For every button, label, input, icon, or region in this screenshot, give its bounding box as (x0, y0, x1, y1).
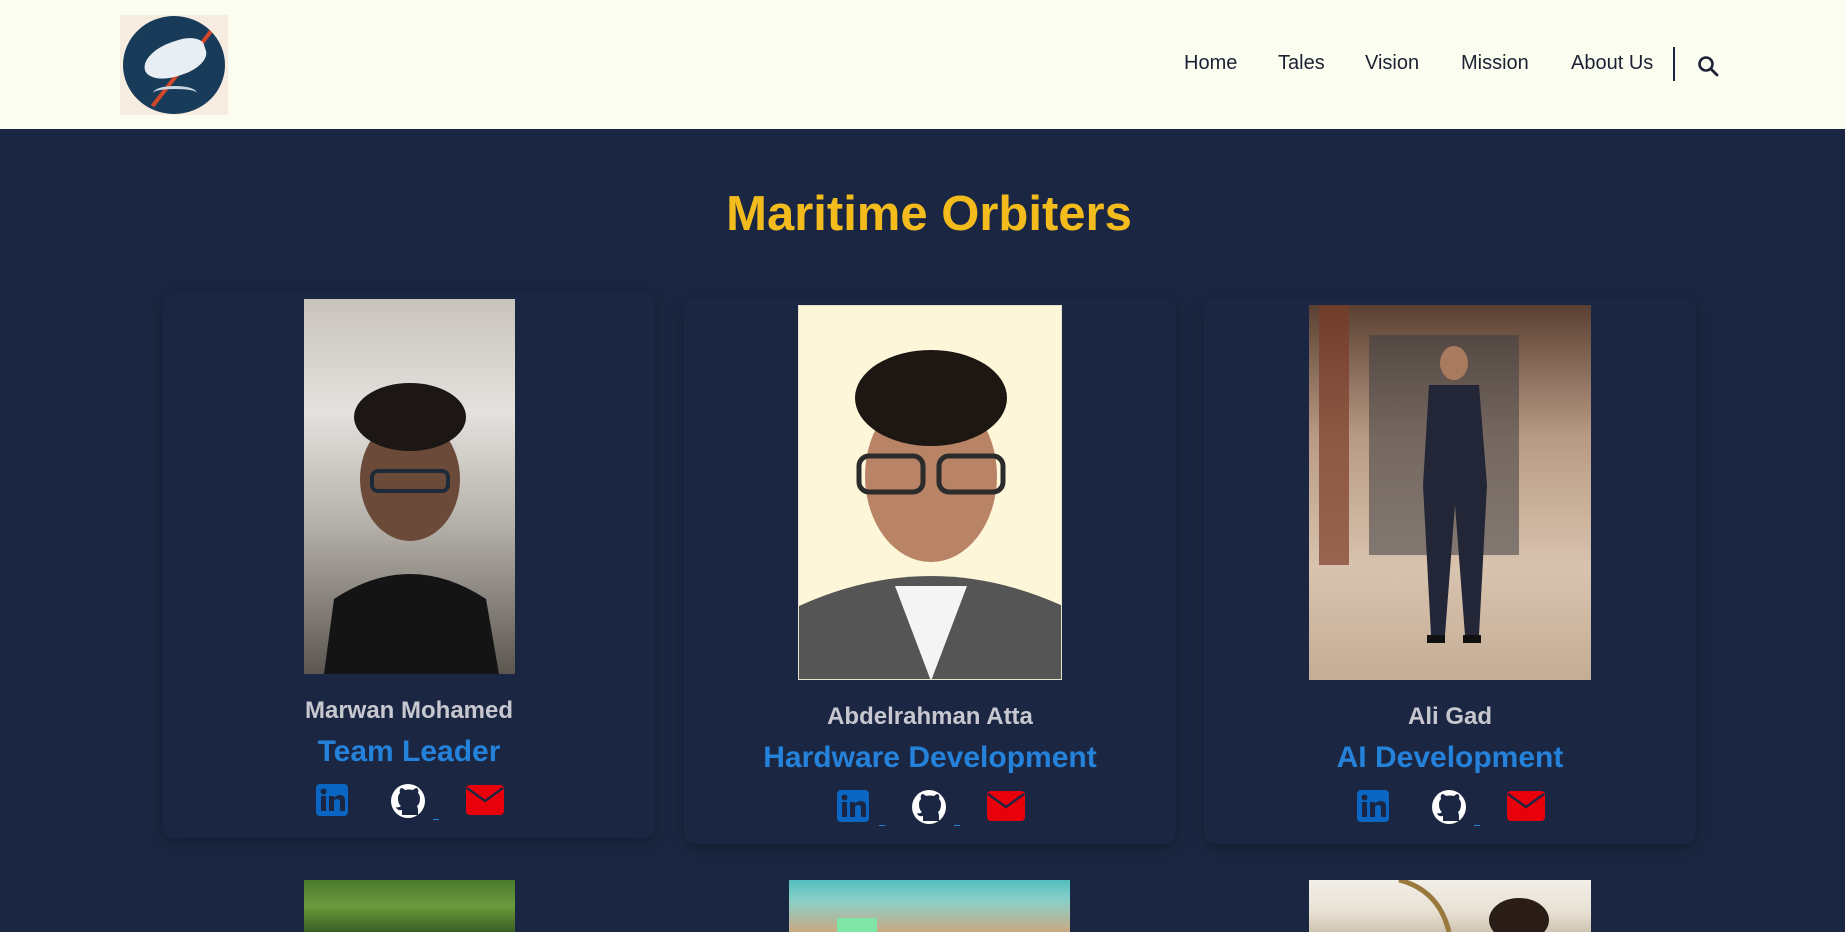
member-photo (304, 880, 515, 932)
nav-divider (1673, 47, 1675, 81)
member-photo (1309, 305, 1591, 680)
member-photo (789, 880, 1070, 932)
envelope-icon[interactable] (987, 791, 1031, 831)
github-icon[interactable] (910, 788, 960, 828)
member-name: Ali Gad (1407, 703, 1492, 730)
linkedin-icon[interactable] (314, 782, 358, 822)
member-photo (1309, 880, 1591, 932)
shark-logo-emblem (123, 16, 225, 114)
nav-mission[interactable]: Mission (1461, 52, 1529, 75)
section-title: Maritime Orbiters (726, 187, 1132, 241)
envelope-icon[interactable] (466, 785, 510, 825)
github-icon[interactable] (1430, 788, 1480, 828)
envelope-icon[interactable] (1507, 791, 1551, 831)
top-navigation-bar: Home Tales Vision Mission About Us (0, 0, 1845, 129)
site-logo[interactable] (120, 15, 228, 115)
member-name: Marwan Mohamed (304, 697, 514, 724)
member-role: Team Leader (317, 735, 501, 768)
nav-home[interactable]: Home (1184, 52, 1237, 75)
linkedin-icon[interactable] (835, 788, 885, 828)
team-member-card: Marwan Mohamed Team Leader (163, 292, 655, 838)
member-role: Hardware Development (763, 741, 1097, 774)
linkedin-icon[interactable] (1355, 788, 1399, 828)
nav-about-us[interactable]: About Us (1571, 52, 1653, 75)
team-member-card: Abdelrahman Atta Hardware Development (684, 298, 1176, 844)
search-icon[interactable] (1696, 54, 1720, 78)
nav-tales[interactable]: Tales (1278, 52, 1325, 75)
member-name: Abdelrahman Atta (827, 703, 1033, 730)
team-member-card: Ali Gad AI Development (1204, 298, 1696, 844)
member-photo (304, 299, 515, 674)
member-photo (798, 305, 1062, 680)
nav-vision[interactable]: Vision (1365, 52, 1419, 75)
github-icon[interactable] (389, 782, 439, 822)
member-role: AI Development (1336, 741, 1564, 774)
